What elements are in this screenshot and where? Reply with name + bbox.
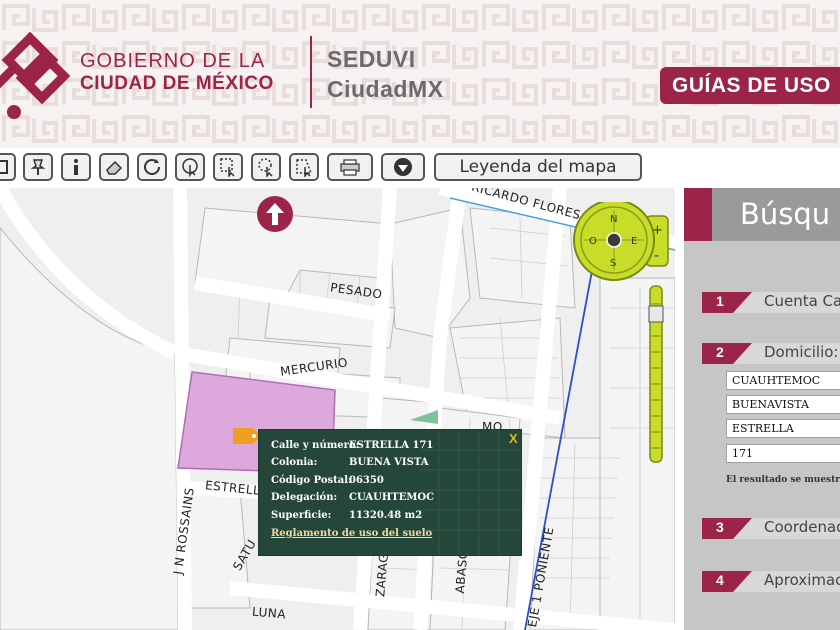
compass-east: E (631, 236, 637, 247)
cdmx-logo-icon (0, 31, 70, 119)
agency-site-name: CiudadMX (327, 76, 444, 102)
numero-field[interactable]: 171 (726, 444, 840, 463)
search-panel-header: Búsqu (684, 188, 840, 241)
eraser-tool-button[interactable] (99, 153, 129, 181)
layers-icon (0, 160, 8, 174)
info-tool-button[interactable] (61, 153, 91, 181)
step-label: Cuenta Ca (764, 292, 840, 310)
map-view[interactable]: RICARDO FLORES PESADO MERCURIO ESTRELL J… (0, 188, 675, 630)
pushpin-icon (30, 159, 46, 175)
map-toolbar: Leyenda del mapa (0, 150, 840, 186)
pan-compass-control[interactable]: N S E O + - (572, 202, 672, 282)
popup-label-area: Superficie: (271, 510, 332, 521)
step-label: Coordenad (764, 518, 840, 536)
popup-label-colonia: Colonia: (271, 457, 318, 468)
calle-field[interactable]: ESTRELLA (726, 419, 840, 438)
step-domicilio[interactable]: 2 Domicilio: (702, 343, 840, 364)
government-name-line1: GOBIERNO DE LA (80, 50, 266, 72)
point-select-icon (182, 158, 198, 177)
panel-accent-bar (684, 188, 712, 241)
delegacion-field[interactable]: CUAUHTEMOC (726, 371, 840, 390)
zoom-slider-thumb (648, 305, 664, 323)
north-arrow-button[interactable] (257, 196, 293, 232)
eraser-icon (106, 160, 123, 175)
arrow-up-icon (266, 203, 284, 225)
agency-name: SEDUVI (327, 46, 416, 72)
search-panel: Búsqu 1 Cuenta Ca 2 Domicilio: CUAUHTEMO… (684, 188, 840, 630)
zoom-in-button: + (652, 223, 663, 238)
step-cuenta-catastral[interactable]: 1 Cuenta Ca (702, 292, 840, 313)
popup-value-street: ESTRELLA 171 (349, 440, 434, 451)
point-select-tool-button[interactable] (175, 153, 205, 181)
compass-north: N (610, 214, 617, 225)
step-aproximacion[interactable]: 4 Aproximac (702, 571, 840, 592)
popup-value-area: 11320.48 m2 (349, 510, 423, 521)
colonia-field[interactable]: BUENAVISTA (726, 395, 840, 414)
circle-select-tool-button[interactable] (251, 153, 281, 181)
location-marker-icon (233, 428, 261, 444)
print-tool-button[interactable] (327, 153, 373, 181)
refresh-tool-button[interactable] (137, 153, 167, 181)
step-label: Aproximac (764, 571, 840, 589)
rectangle-select-icon (220, 158, 235, 177)
layers-tool-button[interactable] (0, 153, 16, 181)
printer-icon (340, 159, 360, 176)
popup-close-button[interactable]: X (509, 431, 518, 446)
info-icon (74, 159, 78, 175)
government-name-line2: CIUDAD DE MÉXICO (80, 73, 274, 94)
result-note: El resultado se muestra (726, 475, 840, 485)
header: GOBIERNO DE LA CIUDAD DE MÉXICO SEDUVI C… (0, 0, 840, 148)
popup-label-delegacion: Delegación: (271, 492, 338, 503)
refresh-icon (144, 159, 160, 175)
compass-west: O (589, 236, 597, 247)
land-use-regulation-link[interactable]: Reglamento de uso del suelo (271, 528, 432, 539)
polygon-select-icon (296, 159, 313, 177)
rectangle-select-tool-button[interactable] (213, 153, 243, 181)
usage-guides-label: GUÍAS DE USO (672, 74, 831, 97)
header-divider (310, 36, 312, 108)
usage-guides-button[interactable]: GUÍAS DE USO (660, 67, 840, 104)
circle-select-icon (258, 158, 273, 177)
download-icon (394, 158, 412, 176)
popup-value-postal-code: 06350 (349, 475, 384, 486)
zoom-out-button: - (654, 248, 659, 264)
popup-label-street: Calle y número: (271, 440, 360, 451)
step-coordenadas[interactable]: 3 Coordenad (702, 518, 840, 539)
compass-south: S (610, 258, 616, 269)
pin-tool-button[interactable] (23, 153, 53, 181)
zoom-slider[interactable] (648, 284, 664, 464)
step-label: Domicilio: (764, 343, 839, 361)
download-tool-button[interactable] (381, 153, 425, 181)
map-legend-button[interactable]: Leyenda del mapa (434, 153, 642, 181)
polygon-select-tool-button[interactable] (289, 153, 319, 181)
street-label-luna: LUNA (251, 604, 287, 622)
parcel-info-popup: X Calle y número: ESTRELLA 171 Colonia: … (258, 429, 522, 556)
popup-value-colonia: BUENA VISTA (349, 457, 429, 468)
popup-value-delegacion: CUAUHTEMOC (349, 492, 435, 503)
search-panel-title: Búsqu (740, 197, 831, 231)
popup-label-postal-code: Código Postal: (271, 475, 352, 486)
